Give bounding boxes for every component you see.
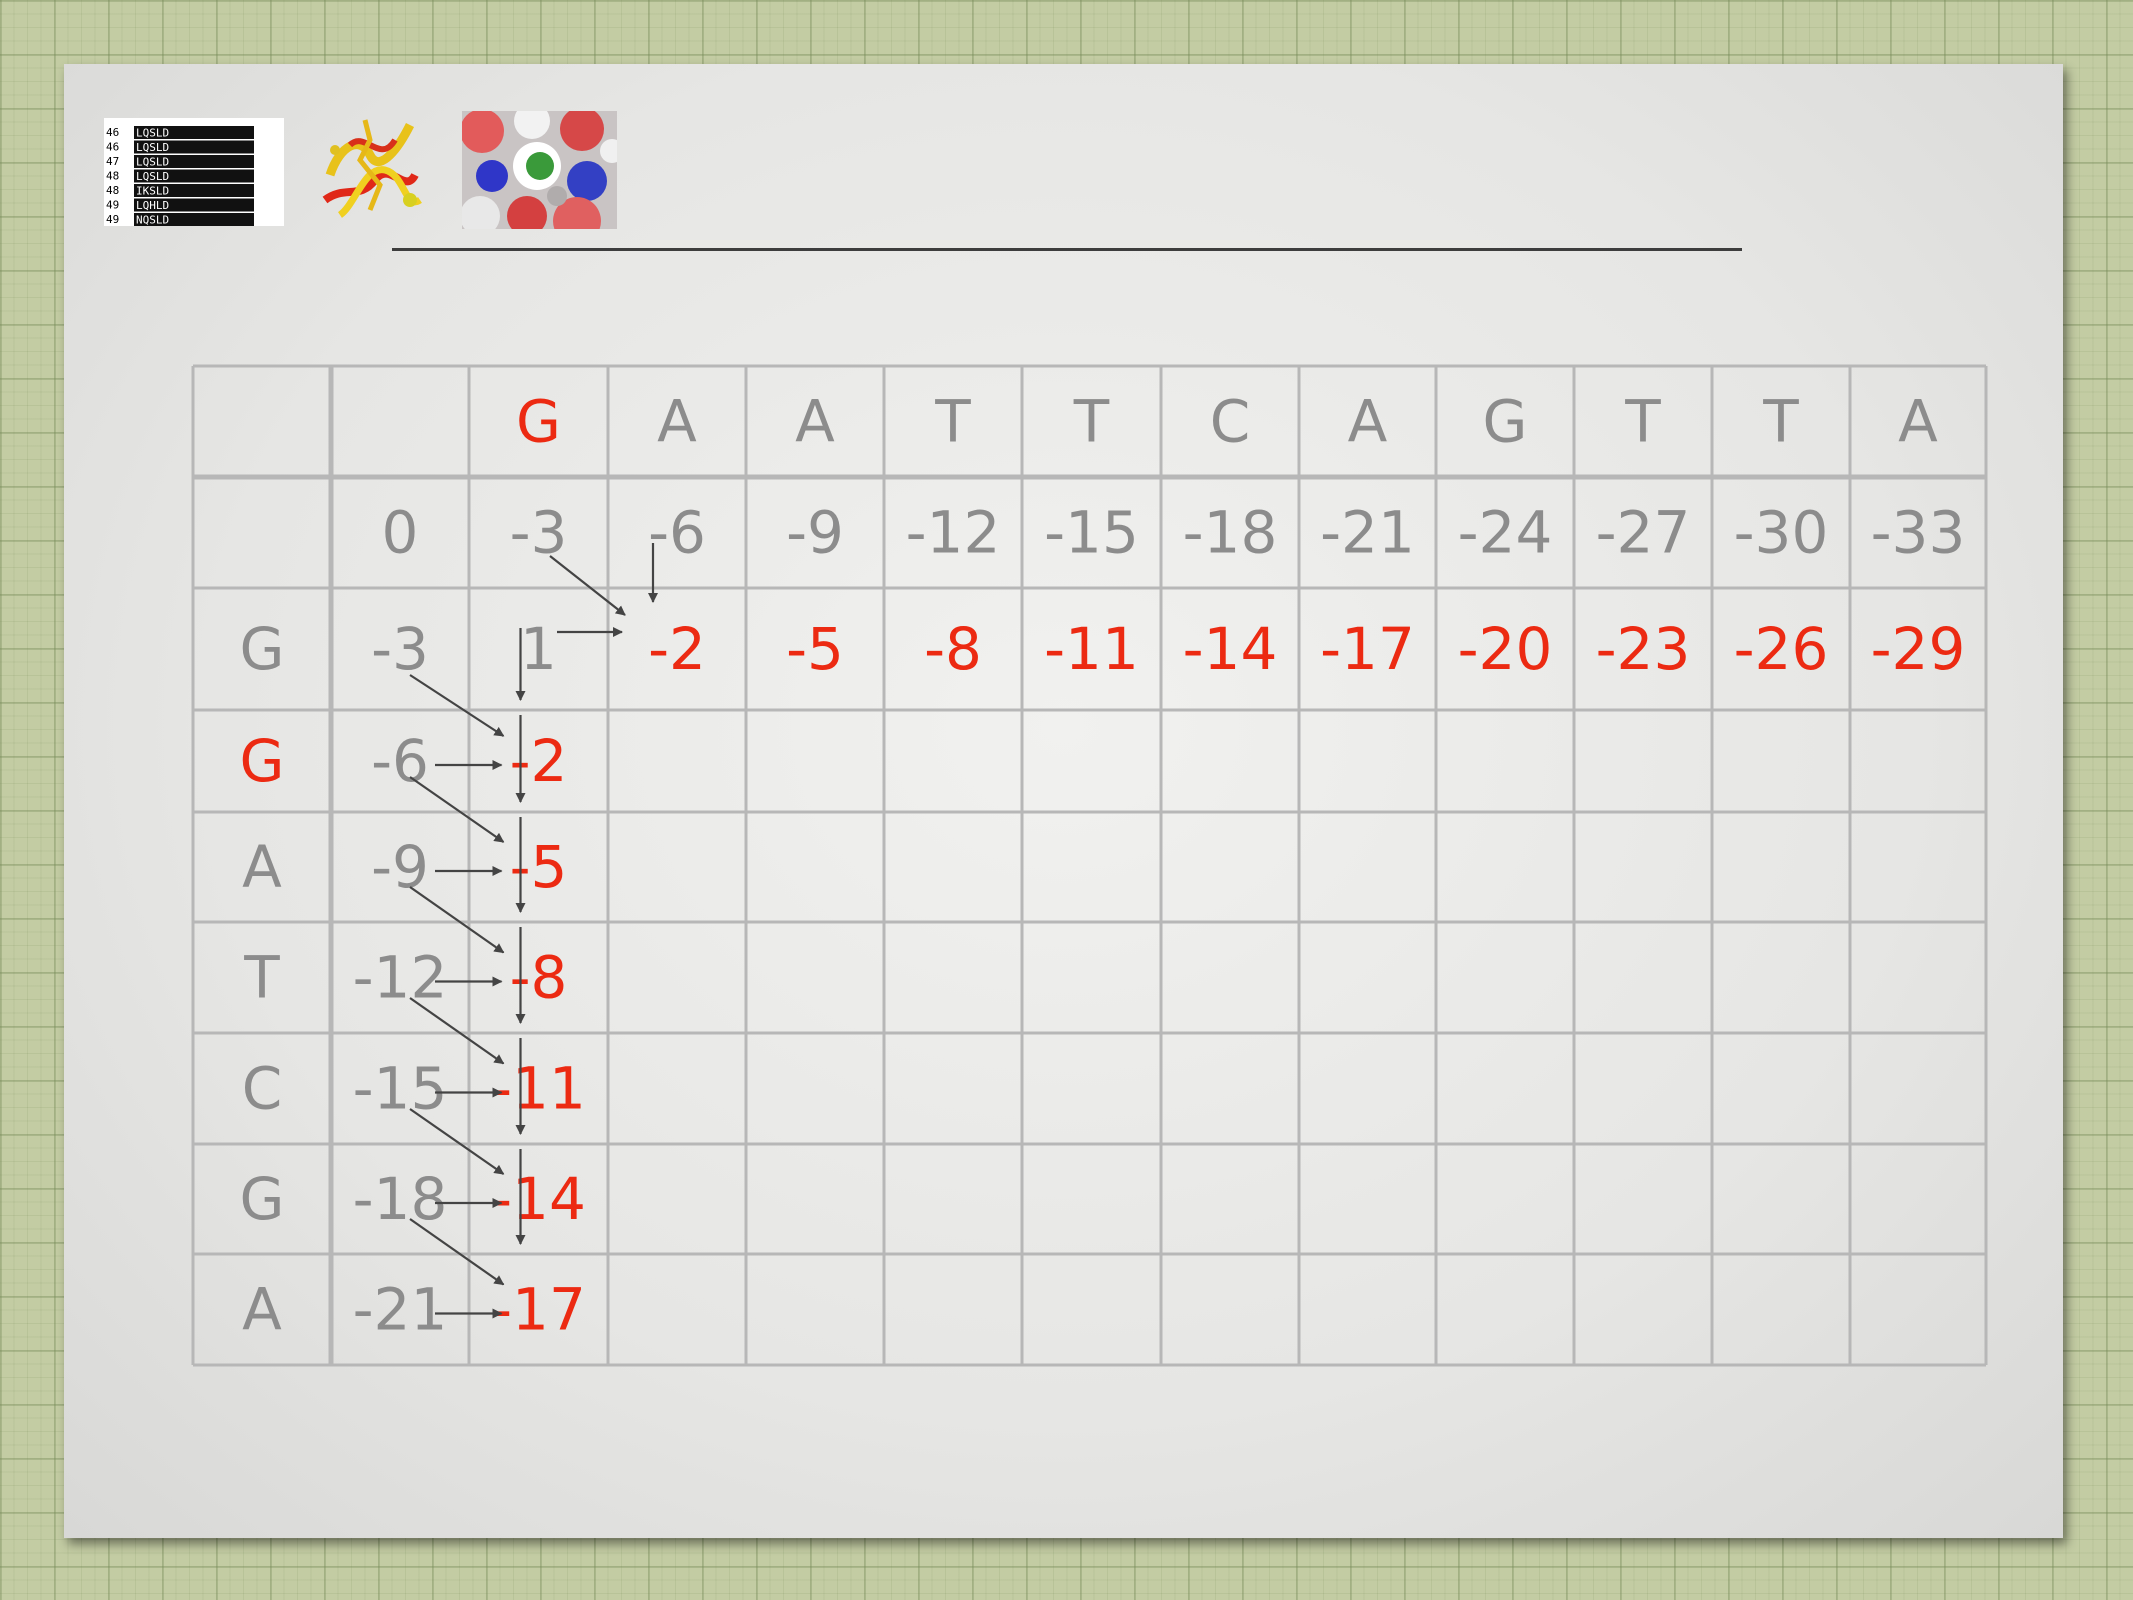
score-cell: -18 [353, 1165, 448, 1233]
score-cell: -11 [1044, 615, 1139, 683]
score-cell: -14 [491, 1165, 586, 1233]
header-base: T [934, 388, 971, 456]
row-base: T [243, 944, 280, 1012]
init-score: -12 [906, 499, 1001, 567]
traceback-arrow [549, 555, 626, 616]
score-cell: -15 [353, 1055, 448, 1123]
score-cell: -5 [786, 615, 844, 683]
init-score: -30 [1734, 499, 1829, 567]
header-base: G [516, 388, 561, 456]
row-base: A [242, 833, 282, 901]
row-base: A [242, 1276, 282, 1344]
init-score: -24 [1458, 499, 1553, 567]
score-cell: -26 [1734, 615, 1829, 683]
score-cell: -8 [924, 615, 982, 683]
init-score: -18 [1183, 499, 1278, 567]
header-base: A [795, 388, 835, 456]
header-base: T [1762, 388, 1799, 456]
alignment-matrix: G A A T T C A G T T A0 -3 -6 -9 -12 -15 -18 -21 -24 -27 -30-… [191, 364, 1988, 1367]
init-score: -9 [786, 499, 844, 567]
score-cell: -2 [648, 615, 706, 683]
score-cell: -14 [1183, 615, 1278, 683]
init-score: -33 [1871, 499, 1966, 567]
header-base: A [1898, 388, 1938, 456]
score-cell: -12 [353, 944, 448, 1012]
header-base: C [1210, 388, 1251, 456]
score-cell: -9 [371, 833, 429, 901]
score-cell: -3 [371, 615, 429, 683]
score-cell: -29 [1871, 615, 1966, 683]
row-base: G [240, 615, 285, 683]
score-cell: -23 [1596, 615, 1691, 683]
score-cell: -17 [1320, 615, 1415, 683]
score-cell: -8 [510, 944, 568, 1012]
matrix-cell-values: G A A T T C A G T T A0 -3 -6 -9 -12 -15 -18 -21 -24 -27 -30-… [240, 388, 1966, 1344]
score-cell: -5 [510, 833, 568, 901]
init-score: -27 [1596, 499, 1691, 567]
score-cell: -17 [491, 1276, 586, 1344]
score-cell: -20 [1458, 615, 1553, 683]
header-base: G [1483, 388, 1528, 456]
init-score: -3 [510, 499, 568, 567]
score-cell: -2 [510, 727, 568, 795]
row-base: G [240, 727, 285, 795]
init-score: 0 [382, 499, 419, 567]
row-base: C [242, 1055, 283, 1123]
header-base: T [1073, 388, 1110, 456]
init-score: -21 [1320, 499, 1415, 567]
score-cell: 1 [520, 615, 557, 683]
header-base: T [1624, 388, 1661, 456]
init-score: -15 [1044, 499, 1139, 567]
score-cell: -21 [353, 1276, 448, 1344]
row-base: G [240, 1165, 285, 1233]
header-base: A [657, 388, 697, 456]
init-score: -6 [648, 499, 706, 567]
header-base: A [1348, 388, 1388, 456]
score-cell: -11 [491, 1055, 586, 1123]
